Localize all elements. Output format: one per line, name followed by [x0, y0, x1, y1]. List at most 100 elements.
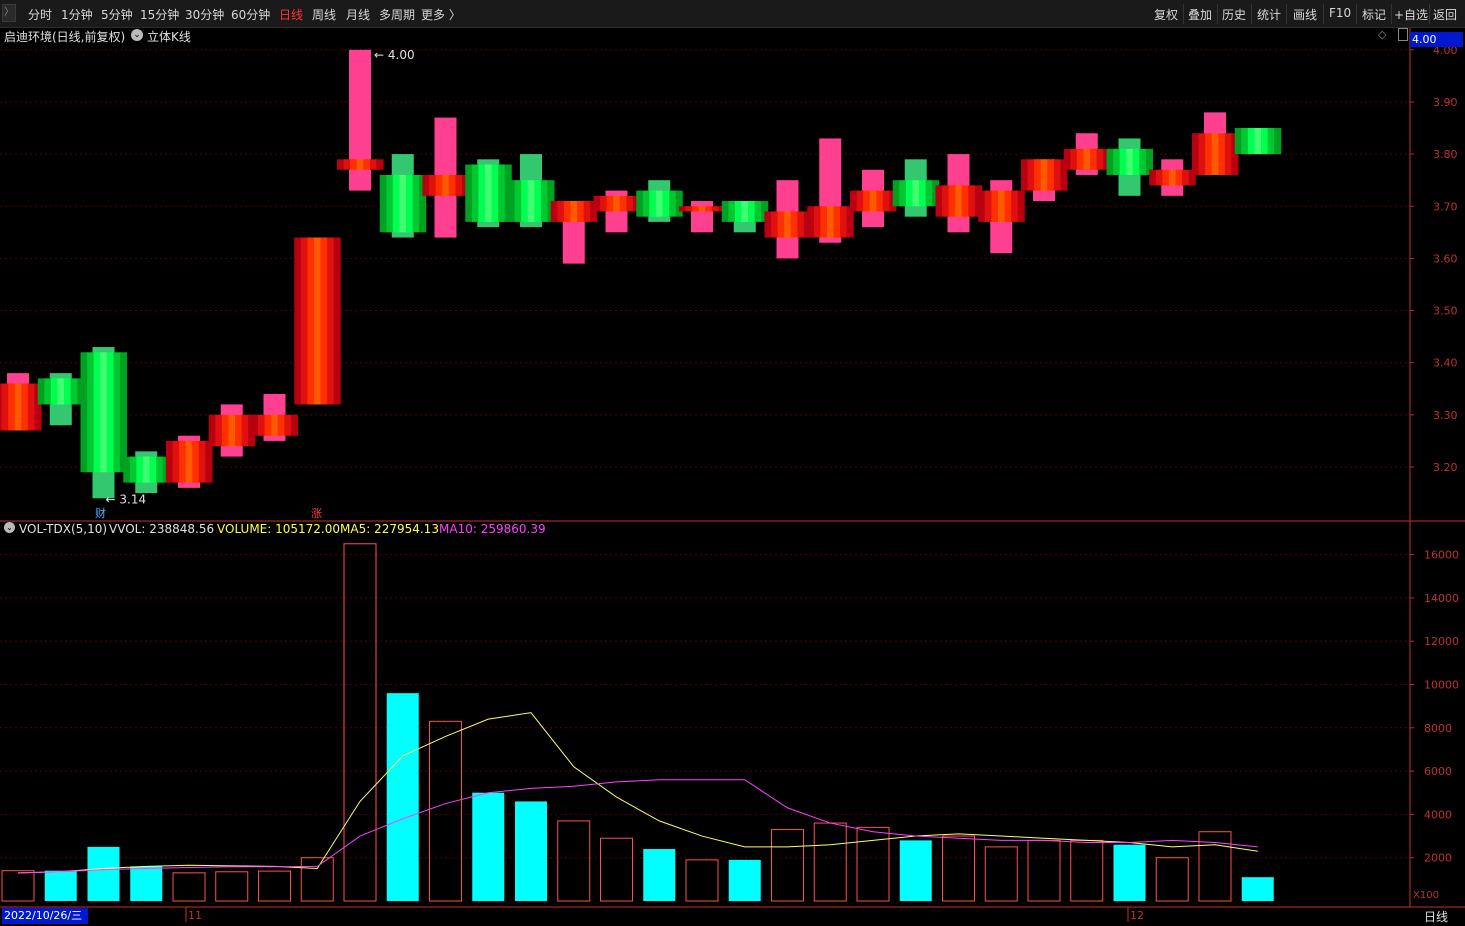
candle-body-band [343, 159, 351, 170]
candle-body-band [1234, 128, 1242, 155]
volume-bar-up [771, 829, 804, 902]
kline-chart[interactable]: 3.20 3.30 3.40 3.50 3.60 3.70 3.80 3.90 4.00 2000… [0, 0, 1465, 926]
chart-type-chevron-icon[interactable]: ⌄ [131, 29, 143, 41]
candle-body-band [771, 211, 779, 238]
volume-bar-up [429, 720, 462, 902]
volume-tick-label: 16000 [1424, 549, 1459, 562]
candle-body-band [734, 201, 742, 222]
candle-body-band [649, 190, 657, 217]
candle-body-band [498, 164, 506, 222]
candle-body-band [955, 185, 963, 217]
candle-body-band [557, 201, 565, 222]
candle-body-band [1011, 190, 1019, 222]
candle-wick [691, 201, 713, 233]
candle-body-band [320, 237, 328, 405]
chart-type-label[interactable]: 立体K线 [147, 28, 191, 45]
candle-body-band [392, 174, 400, 233]
candle-body-band [258, 414, 266, 436]
candle-body-band [1139, 148, 1147, 175]
candle-body-band [1070, 148, 1078, 170]
volume-tick-label: 12000 [1424, 635, 1459, 648]
candle-body-band [376, 159, 384, 170]
indicator-chevron-icon[interactable]: ⌄ [4, 522, 15, 533]
candle-body-band [129, 456, 137, 483]
candle-body-band [1021, 159, 1029, 191]
limit-up-marker: 涨 [311, 507, 322, 520]
period-label[interactable]: 日线 [1424, 908, 1448, 925]
candle-body-band [1211, 133, 1219, 175]
candle-body-band [521, 180, 529, 222]
candle-body-band [984, 190, 992, 222]
candle-body-band [1119, 148, 1127, 175]
candle-body-band [294, 237, 302, 405]
candle-body-band [136, 456, 144, 483]
candle-body-band [70, 378, 78, 405]
candle-body-band [1205, 133, 1213, 175]
diamond-icon[interactable]: ◇ [1378, 28, 1386, 41]
candle-body-band [172, 440, 180, 483]
candle-body-band [692, 206, 700, 212]
candle-body-band [856, 190, 864, 212]
candle-body-band [790, 211, 798, 238]
candle-body-band [577, 201, 585, 222]
candle-body-band [1261, 128, 1269, 155]
volume-tick-label: 8000 [1424, 722, 1452, 735]
volume-bar-up [215, 871, 249, 902]
candle-body-band [1198, 133, 1206, 175]
candle-body-band [379, 174, 387, 233]
candle-body-band [863, 190, 871, 212]
candle-body-band [215, 414, 223, 447]
candle-body-band [205, 440, 213, 483]
candle-body-band [1132, 148, 1140, 175]
candle-body-band [1224, 133, 1232, 175]
volume-bar-up [813, 822, 847, 902]
candle-body-band [87, 352, 95, 473]
candle-body-band [448, 174, 456, 196]
candle-body-band [106, 352, 114, 473]
candle-body-band [484, 164, 493, 222]
candle-body-band [550, 201, 558, 222]
candle-body-band [813, 206, 821, 238]
candle-body-band [942, 185, 950, 217]
volume-unit: X100 [1413, 890, 1439, 901]
candle-body-band [386, 174, 394, 233]
candle-body-band [185, 440, 193, 483]
candle-body-band [606, 195, 614, 212]
candle-body-band [300, 237, 308, 405]
candle-body-band [271, 414, 279, 436]
volume-tick-label: 10000 [1424, 679, 1459, 692]
volume-bars [1, 543, 1274, 902]
volume-tick-label: 6000 [1424, 765, 1452, 778]
candle-body-band [508, 180, 516, 222]
volume-bar-up [172, 872, 206, 902]
candle-body-band [540, 180, 548, 222]
candle-body-band [797, 211, 805, 238]
candle-body-band [1254, 128, 1262, 155]
candle-body-band [149, 456, 157, 483]
candle-body-band [1126, 148, 1134, 175]
low-price-label: ← 3.14 [106, 492, 147, 506]
candle-body-band [1247, 128, 1255, 155]
stock-info-bar: 启迪环境(日线,前复权) ⌄ 立体K线 ◇ [0, 28, 1410, 48]
current-price-tag: 4.00 [1410, 32, 1463, 47]
indicator-name[interactable]: VOL-TDX(5,10) [19, 522, 107, 536]
high-price-label: ← 4.00 [374, 48, 415, 62]
panel-toggle-icon[interactable] [1398, 28, 1408, 41]
candle-body-band [1040, 159, 1048, 191]
vvol-value: VVOL: 238848.56 [109, 522, 215, 536]
candle-body-band [333, 237, 341, 405]
price-tick-label: 3.20 [1433, 461, 1458, 474]
candle-body-band [284, 414, 292, 436]
candle-body-band [1017, 190, 1025, 222]
volume-bar-up [1155, 857, 1189, 902]
candle-body-band [784, 211, 792, 238]
axes: 3.20 3.30 3.40 3.50 3.60 3.70 3.80 3.90 4.00 2000… [0, 28, 1465, 922]
volume-bar-up [1070, 839, 1104, 902]
candle-body-band [198, 440, 206, 483]
candle-body-band [978, 190, 986, 222]
candle-body-band [264, 414, 272, 436]
volume-bar-up [685, 859, 719, 902]
candle-body-band [1063, 148, 1071, 170]
volume-bar-down [472, 792, 505, 901]
candle-body-band [685, 206, 693, 212]
